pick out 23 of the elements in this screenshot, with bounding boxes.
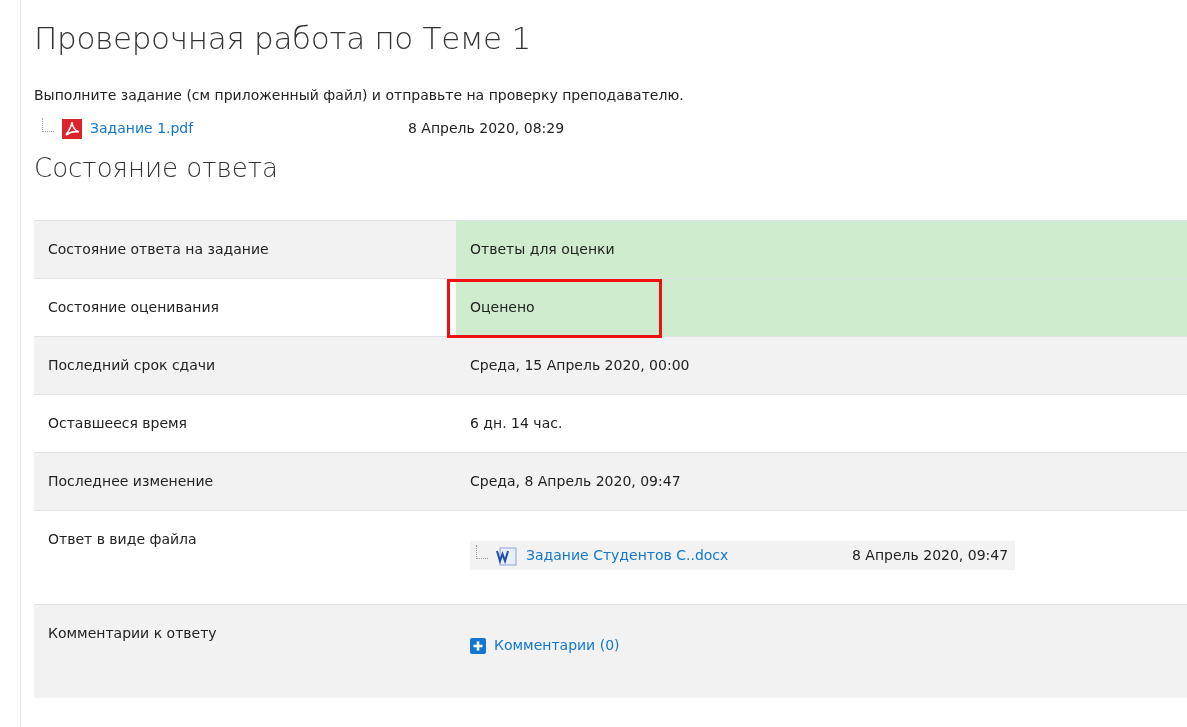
comments-link[interactable]: Комментарии (0) <box>470 635 620 657</box>
file-date: 8 Апрель 2020, 09:47 <box>852 546 1009 566</box>
row-label: Комментарии к ответу <box>47 624 218 644</box>
page-title: Проверочная работа по Теме 1 <box>34 20 532 58</box>
row-label: Оставшееся время <box>47 414 189 434</box>
row-label: Последний срок сдачи <box>47 356 217 376</box>
row-value: Среда, 15 Апрель 2020, 00:00 <box>470 357 690 374</box>
row-label: Последнее изменение <box>47 472 215 492</box>
status-value: Ответы для оценки <box>470 241 615 258</box>
status-value: Оценено <box>470 299 535 316</box>
instructions-text: Выполните задание (см приложенный файл) и отправьте на проверку преподавателю. <box>34 86 685 106</box>
row-label: Состояние оценивания <box>47 298 220 318</box>
word-document-icon <box>496 545 518 566</box>
file-link[interactable]: Задание Студентов С..docx <box>526 545 844 567</box>
plus-icon <box>470 637 486 654</box>
row-value: 6 дн. 14 час. <box>470 415 563 432</box>
pdf-icon <box>62 118 82 139</box>
row-label: Состояние ответа на задание <box>47 240 270 260</box>
section-title: Состояние ответа <box>34 153 279 185</box>
file-date: 8 Апрель 2020, 08:29 <box>408 119 565 139</box>
row-value: Среда, 8 Апрель 2020, 09:47 <box>470 473 681 490</box>
file-link[interactable]: Задание 1.pdf <box>90 118 400 140</box>
row-label: Ответ в виде файла <box>47 530 198 550</box>
